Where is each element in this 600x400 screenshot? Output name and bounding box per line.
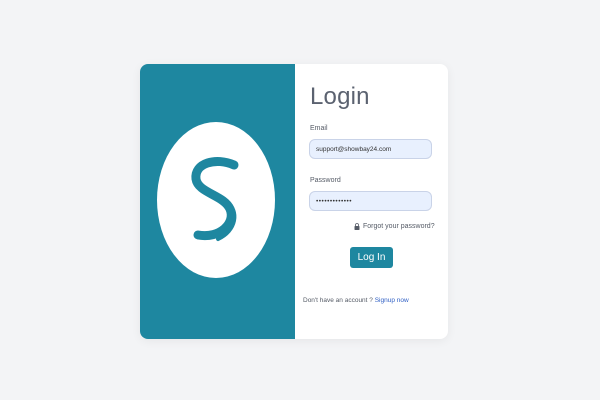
- password-field[interactable]: [309, 191, 432, 211]
- page-title: Login: [310, 83, 370, 110]
- password-label: Password: [310, 177, 341, 184]
- email-label: Email: [310, 125, 328, 132]
- login-card: Login Email Password Forgot your passwor…: [140, 64, 448, 339]
- login-form: Login Email Password Forgot your passwor…: [295, 64, 448, 339]
- login-button[interactable]: Log In: [350, 247, 393, 268]
- forgot-password-label: Forgot your password?: [363, 223, 435, 230]
- logo-circle: [157, 122, 275, 278]
- stylized-s-logo-icon: [191, 157, 239, 241]
- signup-row: Don't have an account ? Signup now: [303, 297, 409, 304]
- brand-panel: [140, 64, 295, 339]
- lock-icon: [354, 223, 360, 230]
- signup-prompt: Don't have an account ?: [303, 297, 373, 304]
- signup-link[interactable]: Signup now: [375, 297, 409, 304]
- email-field[interactable]: [309, 139, 432, 159]
- forgot-password-link[interactable]: Forgot your password?: [354, 223, 435, 230]
